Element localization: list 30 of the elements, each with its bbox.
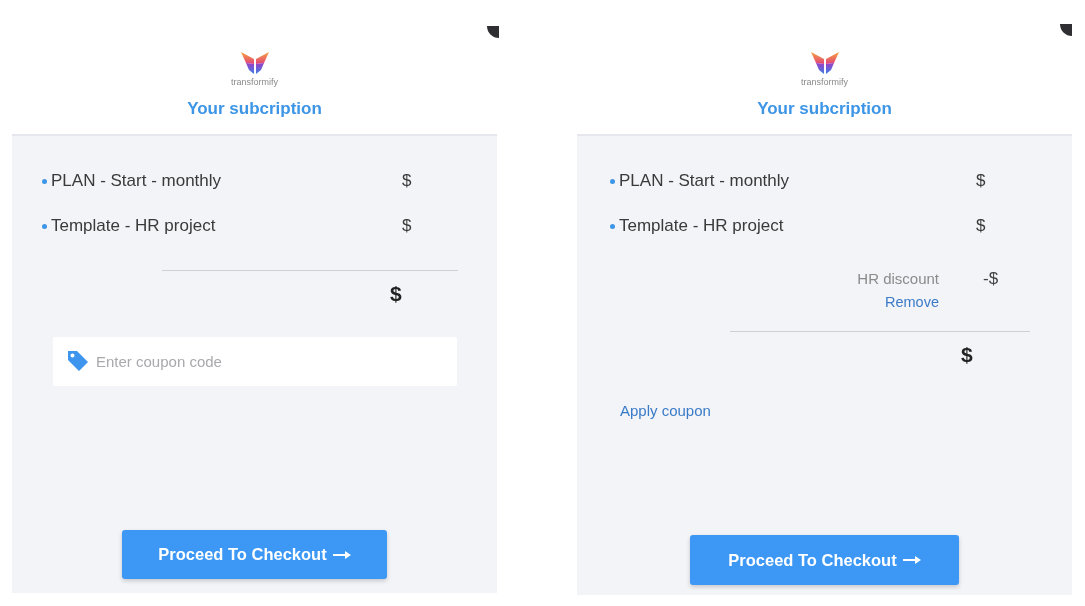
butterfly-logo [810,51,839,75]
item-price: $ [976,215,987,237]
item-price: $ [976,170,987,192]
subscription-title: Your subcription [187,98,322,120]
total-price: $ [961,343,973,366]
bullet-icon [610,223,615,229]
bullet-icon [42,223,47,229]
arrow-icon [332,549,351,560]
checkout-button[interactable]: Proceed To Checkout [690,535,959,585]
logo-wordmark: transformify [801,77,848,88]
total-price: $ [390,282,402,305]
item-label: Template - HR project [619,215,784,237]
item-label: PLAN - Start - monthly [619,170,790,192]
subscription-title: Your subcription [757,98,892,120]
discount-label: HR discount [857,269,939,289]
butterfly-logo [240,51,269,75]
checkout-button[interactable]: Proceed To Checkout [122,530,387,579]
item-price: $ [402,170,413,192]
remove-link[interactable]: Remove [885,292,939,312]
item-label: PLAN - Start - monthly [51,170,222,192]
item-label: Template - HR project [51,215,216,237]
item-price: $ [402,215,413,237]
bullet-icon [610,178,615,184]
coupon-field[interactable]: Enter coupon code [53,337,457,386]
tag-icon [67,350,89,372]
arrow-icon [902,555,921,565]
bullet-icon [42,178,47,184]
discount-amount: -$ [983,269,1000,289]
apply-coupon-link[interactable]: Apply coupon [620,400,711,423]
logo-wordmark: transformify [231,77,278,88]
